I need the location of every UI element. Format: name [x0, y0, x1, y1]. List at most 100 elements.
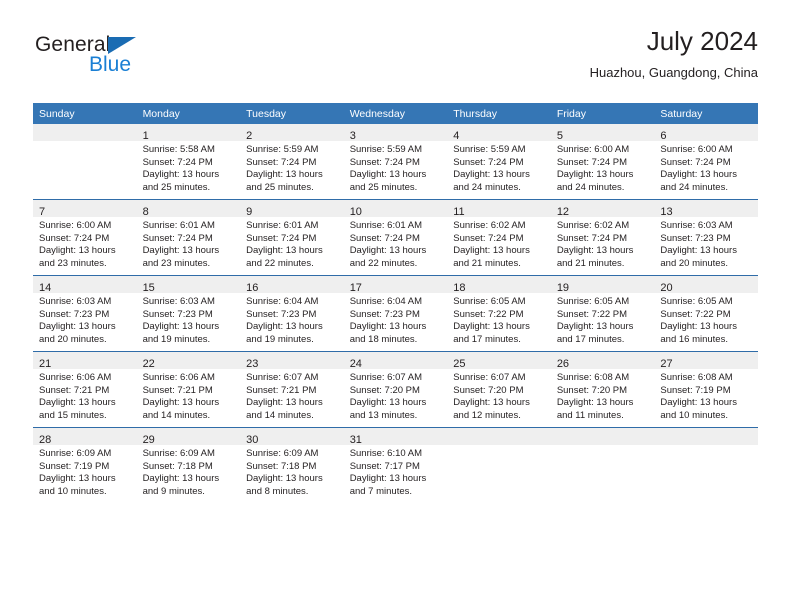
- day-number-band: 22: [136, 352, 241, 370]
- daylight-text-line2: and 13 minutes.: [349, 409, 418, 421]
- calendar-cell-day-4[interactable]: 4 Sunrise: 5:59 AM Sunset: 7:24 PM Daylight…: [447, 124, 551, 200]
- calendar-cell-day-7[interactable]: 7 Sunrise: 6:00 AM Sunset: 7:24 PM Daylight…: [33, 199, 137, 276]
- calendar-cell-day-9[interactable]: 9 Sunrise: 6:01 AM Sunset: 7:24 PM Daylight…: [240, 199, 344, 276]
- day-number-band: 13: [654, 200, 758, 218]
- day-number: 3: [349, 130, 356, 142]
- daylight-text-line1: Daylight: 13 hours: [246, 321, 323, 333]
- calendar-cell-day-10[interactable]: 10 Sunrise: 6:01 AM Sunset: 7:24 PM Dayligh…: [343, 199, 448, 276]
- day-details: Sunrise: 6:09 AM Sunset: 7:18 PM Daylight:…: [240, 445, 344, 498]
- calendar-cell-day-23[interactable]: 23 Sunrise: 6:07 AM Sunset: 7:21 PM Dayligh…: [240, 351, 344, 428]
- day-number-band: 26: [550, 352, 655, 370]
- sunset-text: Sunset: 7:18 PM: [142, 460, 213, 472]
- day-details: Sunrise: 6:07 AM Sunset: 7:21 PM Daylight:…: [240, 369, 344, 422]
- calendar-cell-day-27[interactable]: 27 Sunrise: 6:08 AM Sunset: 7:19 PM Dayligh…: [654, 351, 758, 428]
- daylight-text-line1: Daylight: 13 hours: [39, 245, 116, 257]
- sunset-text: Sunset: 7:24 PM: [556, 232, 628, 244]
- brand-logo[interactable]: General Blue: [33, 28, 233, 84]
- daylight-text-line1: Daylight: 13 hours: [142, 169, 220, 181]
- calendar-cell-day-21[interactable]: 21 Sunrise: 6:06 AM Sunset: 7:21 PM Dayligh…: [33, 351, 137, 428]
- daylight-text-line2: and 24 minutes.: [453, 181, 521, 193]
- daylight-text-line2: and 15 minutes.: [39, 409, 107, 421]
- sunset-text: Sunset: 7:24 PM: [453, 156, 524, 168]
- calendar-cell-day-20[interactable]: 20 Sunrise: 6:05 AM Sunset: 7:22 PM Dayligh…: [654, 275, 758, 352]
- sunset-text: Sunset: 7:23 PM: [660, 232, 731, 244]
- daylight-text-line2: and 19 minutes.: [246, 333, 314, 345]
- calendar-cell-day-26[interactable]: 26 Sunrise: 6:08 AM Sunset: 7:20 PM Dayligh…: [550, 351, 655, 428]
- daylight-text-line2: and 8 minutes.: [246, 485, 309, 497]
- calendar-page: General Blue July 2024 Huazhou, Guangdon…: [0, 0, 792, 612]
- calendar-cell-day-2[interactable]: 2 Sunrise: 5:59 AM Sunset: 7:24 PM Daylight…: [240, 124, 344, 200]
- day-details: Sunrise: 6:06 AM Sunset: 7:21 PM Daylight:…: [33, 369, 137, 422]
- day-number-band: 5: [550, 124, 655, 142]
- day-number: 31: [349, 434, 362, 446]
- day-details: Sunrise: 6:00 AM Sunset: 7:24 PM Daylight:…: [551, 141, 655, 194]
- daylight-text-line1: Daylight: 13 hours: [246, 473, 323, 485]
- day-number: 30: [246, 434, 259, 446]
- sunset-text: Sunset: 7:22 PM: [556, 308, 628, 320]
- daylight-text-line1: Daylight: 13 hours: [246, 169, 323, 181]
- sunrise-text: Sunrise: 5:58 AM: [142, 144, 215, 155]
- sunset-text: Sunset: 7:24 PM: [142, 232, 213, 244]
- calendar-cell-day-15[interactable]: 15 Sunrise: 6:03 AM Sunset: 7:23 PM Dayligh…: [136, 275, 241, 352]
- day-number: 8: [142, 206, 149, 218]
- daylight-text-line1: Daylight: 13 hours: [349, 473, 427, 485]
- calendar-cell-day-17[interactable]: 17 Sunrise: 6:04 AM Sunset: 7:23 PM Dayligh…: [343, 275, 448, 352]
- calendar-cell-day-16[interactable]: 16 Sunrise: 6:04 AM Sunset: 7:23 PM Dayligh…: [240, 275, 344, 352]
- day-number: 23: [246, 358, 259, 370]
- calendar-cell-day-25[interactable]: 25 Sunrise: 6:07 AM Sunset: 7:20 PM Dayligh…: [447, 351, 551, 428]
- day-number: 1: [142, 130, 149, 142]
- day-number: 4: [453, 130, 460, 142]
- calendar-cell-day-19[interactable]: 19 Sunrise: 6:05 AM Sunset: 7:22 PM Dayligh…: [550, 275, 655, 352]
- calendar-cell-empty: [447, 427, 551, 503]
- day-number-band: 1: [136, 124, 241, 142]
- daylight-text-line2: and 25 minutes.: [246, 181, 314, 193]
- calendar-cell-day-11[interactable]: 11 Sunrise: 6:02 AM Sunset: 7:24 PM Dayligh…: [447, 199, 551, 276]
- calendar-cell-day-5[interactable]: 5 Sunrise: 6:00 AM Sunset: 7:24 PM Daylight…: [550, 124, 655, 200]
- sunrise-text: Sunrise: 6:03 AM: [660, 220, 733, 231]
- day-number: 19: [556, 282, 570, 294]
- day-details: Sunrise: 6:00 AM Sunset: 7:24 PM Daylight:…: [654, 141, 758, 194]
- calendar-cell-day-18[interactable]: 18 Sunrise: 6:05 AM Sunset: 7:22 PM Dayligh…: [447, 275, 551, 352]
- calendar-body: 1 Sunrise: 5:58 AM Sunset: 7:24 PM Daylight…: [33, 124, 758, 503]
- sunrise-text: Sunrise: 6:05 AM: [660, 296, 733, 307]
- day-number-band: 14: [33, 276, 137, 294]
- daylight-text-line1: Daylight: 13 hours: [660, 397, 737, 409]
- sunrise-text: Sunrise: 6:07 AM: [453, 372, 526, 383]
- daylight-text-line2: and 12 minutes.: [453, 409, 521, 421]
- sunset-text: Sunset: 7:24 PM: [660, 156, 731, 168]
- day-number-band: 20: [654, 276, 758, 294]
- calendar-header-row: Sunday Monday Tuesday Wednesday Thursday Frid…: [33, 103, 758, 124]
- daylight-text-line2: and 17 minutes.: [453, 333, 521, 345]
- day-number: 15: [142, 282, 155, 294]
- calendar-cell-day-1[interactable]: 1 Sunrise: 5:58 AM Sunset: 7:24 PM Daylight…: [136, 124, 241, 200]
- day-details: Sunrise: 6:09 AM Sunset: 7:19 PM Daylight:…: [33, 445, 137, 498]
- sunrise-text: Sunrise: 6:01 AM: [349, 220, 423, 231]
- calendar-cell-day-22[interactable]: 22 Sunrise: 6:06 AM Sunset: 7:21 PM Dayligh…: [136, 351, 241, 428]
- calendar-cell-day-30[interactable]: 30 Sunrise: 6:09 AM Sunset: 7:18 PM Dayligh…: [240, 427, 344, 503]
- calendar-cell-day-14[interactable]: 14 Sunrise: 6:03 AM Sunset: 7:23 PM Dayligh…: [33, 275, 137, 352]
- day-number-band: 31: [343, 428, 448, 446]
- calendar-cell-day-24[interactable]: 24 Sunrise: 6:07 AM Sunset: 7:20 PM Dayligh…: [343, 351, 448, 428]
- brand-name-bottom: Blue: [89, 53, 132, 76]
- sunrise-text: Sunrise: 6:00 AM: [39, 220, 112, 231]
- triangle-icon: [108, 37, 136, 54]
- sunset-text: Sunset: 7:22 PM: [453, 308, 524, 320]
- calendar-cell-day-6[interactable]: 6 Sunrise: 6:00 AM Sunset: 7:24 PM Daylight…: [654, 124, 758, 200]
- daylight-text-line1: Daylight: 13 hours: [142, 245, 220, 257]
- daylight-text-line2: and 14 minutes.: [142, 409, 211, 421]
- calendar-cell-day-28[interactable]: 28 Sunrise: 6:09 AM Sunset: 7:19 PM Dayligh…: [33, 427, 137, 503]
- calendar-cell-day-3[interactable]: 3 Sunrise: 5:59 AM Sunset: 7:24 PM Daylight…: [343, 124, 448, 200]
- sunset-text: Sunset: 7:19 PM: [39, 460, 110, 472]
- calendar-cell-day-12[interactable]: 12 Sunrise: 6:02 AM Sunset: 7:24 PM Dayligh…: [550, 199, 655, 276]
- calendar-cell-day-13[interactable]: 13 Sunrise: 6:03 AM Sunset: 7:23 PM Dayligh…: [654, 199, 758, 276]
- daylight-text-line1: Daylight: 13 hours: [39, 321, 116, 333]
- calendar-cell-day-31[interactable]: 31 Sunrise: 6:10 AM Sunset: 7:17 PM Dayligh…: [343, 427, 448, 503]
- day-details: Sunrise: 6:07 AM Sunset: 7:20 PM Daylight:…: [447, 369, 551, 422]
- sunset-text: Sunset: 7:23 PM: [246, 308, 317, 320]
- calendar-cell-empty: [550, 427, 655, 503]
- calendar-table: Sunday Monday Tuesday Wednesday Thursday Frid…: [33, 103, 758, 503]
- calendar-cell-day-29[interactable]: 29 Sunrise: 6:09 AM Sunset: 7:18 PM Dayligh…: [136, 427, 241, 503]
- daylight-text-line1: Daylight: 13 hours: [39, 473, 116, 485]
- day-number: 28: [39, 434, 52, 446]
- calendar-cell-day-8[interactable]: 8 Sunrise: 6:01 AM Sunset: 7:24 PM Daylight…: [136, 199, 241, 276]
